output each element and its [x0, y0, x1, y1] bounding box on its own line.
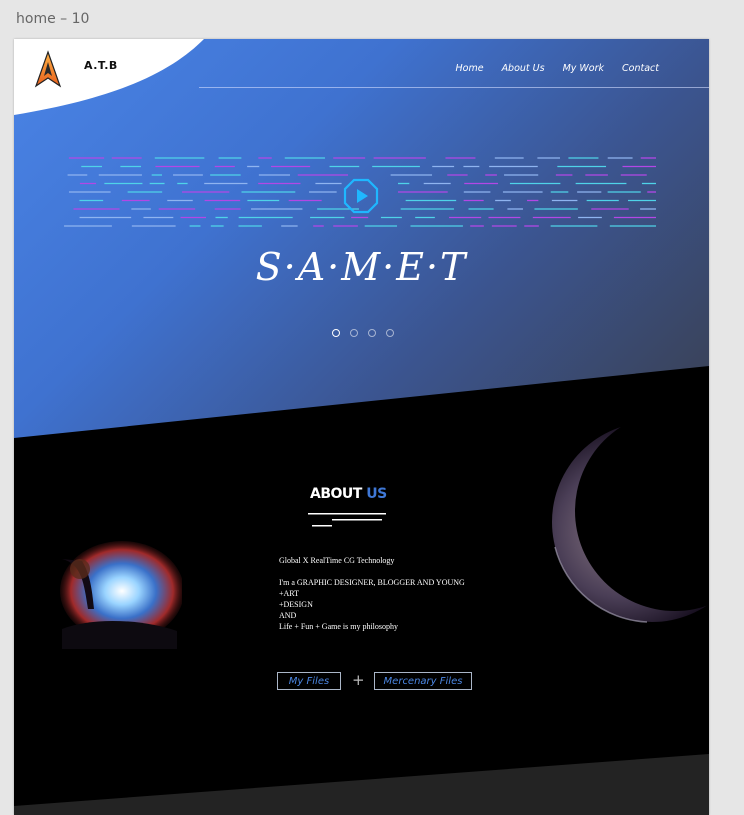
my-files-button[interactable]: My Files — [277, 672, 341, 690]
about-underline — [308, 513, 386, 527]
about-line-1: Global X RealTime CG Technology — [279, 556, 395, 565]
slider-dot-2[interactable] — [350, 329, 358, 337]
hero-name: S·A·M·E·T — [255, 245, 468, 289]
about-line-4: +ART — [279, 589, 300, 598]
planet-image — [552, 427, 709, 623]
main-nav: Home About Us My Work Contact — [456, 63, 660, 74]
slider-dot-4[interactable] — [386, 329, 394, 337]
slider-dot-3[interactable] — [368, 329, 376, 337]
slider-dot-1[interactable] — [332, 329, 340, 337]
about-title-accent: US — [366, 486, 387, 502]
footer-divider — [14, 754, 709, 815]
nav-contact[interactable]: Contact — [622, 63, 659, 74]
fantasy-art-image — [60, 541, 182, 649]
about-title: ABOUT US — [310, 486, 387, 502]
about-title-main: ABOUT — [310, 486, 362, 502]
logo-rocket-icon[interactable] — [34, 50, 62, 88]
about-line-3: I'm a GRAPHIC DESIGNER, BLOGGER AND YOUN… — [279, 578, 465, 587]
logo-text: A.T.B — [84, 59, 118, 72]
buttons-separator: + — [352, 671, 365, 689]
nav-my-work[interactable]: My Work — [563, 63, 604, 74]
mercenary-files-button[interactable]: Mercenary Files — [374, 672, 472, 690]
about-line-2 — [279, 566, 465, 577]
artboard-title: home – 10 — [16, 11, 90, 27]
about-line-7: Life + Fun + Game is my philosophy — [279, 622, 399, 631]
play-icon — [357, 189, 368, 203]
about-text: Global X RealTime CG Technology I'm a GR… — [279, 555, 465, 632]
nav-about-us[interactable]: About Us — [502, 63, 545, 74]
play-button[interactable] — [343, 178, 379, 214]
slider-dots — [332, 329, 394, 337]
artboard: A.T.B Home About Us My Work Contact S·A·… — [14, 39, 709, 815]
about-line-6: AND — [279, 611, 297, 620]
about-line-5: +DESIGN — [279, 600, 313, 609]
nav-home[interactable]: Home — [456, 63, 484, 74]
nav-divider — [199, 87, 709, 88]
